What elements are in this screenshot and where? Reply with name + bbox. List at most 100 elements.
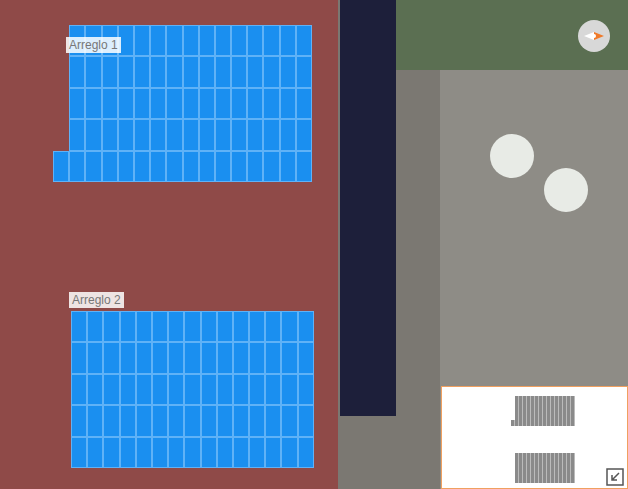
solar-panel[interactable]: [199, 88, 215, 119]
solar-panel[interactable]: [102, 88, 118, 119]
solar-panel[interactable]: [103, 342, 119, 373]
solar-panel[interactable]: [150, 119, 166, 150]
solar-panel[interactable]: [102, 56, 118, 87]
solar-panel[interactable]: [150, 151, 166, 182]
solar-panel[interactable]: [215, 25, 231, 56]
solar-panel[interactable]: [118, 151, 134, 182]
compass-icon[interactable]: [577, 19, 611, 53]
solar-panel[interactable]: [249, 405, 265, 436]
solar-panel[interactable]: [150, 25, 166, 56]
solar-panel[interactable]: [263, 56, 279, 87]
solar-panel[interactable]: [215, 56, 231, 87]
solar-panel[interactable]: [120, 374, 136, 405]
solar-panel[interactable]: [201, 405, 217, 436]
solar-panel[interactable]: [298, 374, 314, 405]
solar-panel[interactable]: [217, 374, 233, 405]
solar-panel[interactable]: [280, 56, 296, 87]
solar-panel[interactable]: [280, 88, 296, 119]
solar-panel[interactable]: [87, 311, 103, 342]
solar-panel[interactable]: [233, 405, 249, 436]
solar-panel[interactable]: [85, 151, 101, 182]
solar-panel[interactable]: [136, 311, 152, 342]
solar-panel[interactable]: [134, 88, 150, 119]
solar-panel[interactable]: [249, 437, 265, 468]
solar-panel[interactable]: [233, 374, 249, 405]
solar-panel[interactable]: [166, 56, 182, 87]
solar-panel[interactable]: [247, 56, 263, 87]
solar-panel[interactable]: [103, 437, 119, 468]
solar-panel[interactable]: [168, 374, 184, 405]
solar-panel[interactable]: [166, 25, 182, 56]
solar-panel[interactable]: [168, 437, 184, 468]
solar-panel[interactable]: [281, 374, 297, 405]
solar-panel[interactable]: [280, 119, 296, 150]
solar-panel[interactable]: [87, 405, 103, 436]
solar-panel[interactable]: [199, 56, 215, 87]
solar-panel[interactable]: [69, 88, 85, 119]
solar-panel[interactable]: [231, 56, 247, 87]
solar-panel[interactable]: [166, 151, 182, 182]
solar-panel[interactable]: [168, 311, 184, 342]
solar-panel[interactable]: [136, 342, 152, 373]
solar-panel[interactable]: [85, 56, 101, 87]
solar-panel[interactable]: [298, 311, 314, 342]
solar-panel[interactable]: [199, 25, 215, 56]
solar-panel[interactable]: [280, 25, 296, 56]
solar-panel[interactable]: [69, 119, 85, 150]
solar-panel[interactable]: [118, 119, 134, 150]
solar-panel[interactable]: [263, 25, 279, 56]
solar-panel[interactable]: [102, 119, 118, 150]
solar-panel[interactable]: [183, 56, 199, 87]
solar-panel[interactable]: [215, 88, 231, 119]
solar-panel[interactable]: [263, 151, 279, 182]
solar-panel[interactable]: [183, 151, 199, 182]
solar-panel[interactable]: [247, 25, 263, 56]
solar-panel[interactable]: [247, 151, 263, 182]
solar-panel[interactable]: [184, 374, 200, 405]
solar-panel[interactable]: [152, 374, 168, 405]
solar-panel[interactable]: [118, 88, 134, 119]
solar-panel[interactable]: [184, 405, 200, 436]
solar-panel[interactable]: [296, 56, 312, 87]
solar-panel[interactable]: [87, 437, 103, 468]
solar-panel[interactable]: [136, 405, 152, 436]
solar-panel[interactable]: [150, 88, 166, 119]
solar-panel[interactable]: [231, 119, 247, 150]
solar-panel[interactable]: [53, 151, 69, 182]
solar-panel[interactable]: [217, 405, 233, 436]
solar-panel[interactable]: [71, 374, 87, 405]
solar-panel[interactable]: [103, 405, 119, 436]
solar-panel[interactable]: [134, 119, 150, 150]
solar-panel[interactable]: [281, 437, 297, 468]
solar-panel[interactable]: [231, 88, 247, 119]
solar-panel[interactable]: [150, 56, 166, 87]
solar-panel[interactable]: [102, 151, 118, 182]
solar-panel[interactable]: [136, 374, 152, 405]
solar-panel[interactable]: [217, 311, 233, 342]
solar-panel[interactable]: [265, 374, 281, 405]
minimap[interactable]: [441, 386, 628, 489]
solar-panel[interactable]: [201, 342, 217, 373]
solar-panel[interactable]: [152, 437, 168, 468]
solar-panel[interactable]: [183, 25, 199, 56]
solar-panel[interactable]: [183, 88, 199, 119]
solar-panel[interactable]: [118, 56, 134, 87]
solar-panel[interactable]: [168, 342, 184, 373]
solar-panel[interactable]: [134, 151, 150, 182]
solar-panel[interactable]: [296, 119, 312, 150]
solar-panel[interactable]: [298, 342, 314, 373]
map-view[interactable]: Arreglo 1Arreglo 2: [0, 0, 628, 489]
solar-panel[interactable]: [263, 119, 279, 150]
solar-panel[interactable]: [134, 25, 150, 56]
solar-panel[interactable]: [215, 119, 231, 150]
solar-panel[interactable]: [120, 311, 136, 342]
solar-panel[interactable]: [152, 405, 168, 436]
solar-panel[interactable]: [103, 374, 119, 405]
solar-panel[interactable]: [166, 88, 182, 119]
solar-panel[interactable]: [247, 88, 263, 119]
solar-panel[interactable]: [296, 88, 312, 119]
solar-panel[interactable]: [184, 437, 200, 468]
solar-panel[interactable]: [217, 437, 233, 468]
solar-panel[interactable]: [265, 405, 281, 436]
solar-panel[interactable]: [249, 374, 265, 405]
